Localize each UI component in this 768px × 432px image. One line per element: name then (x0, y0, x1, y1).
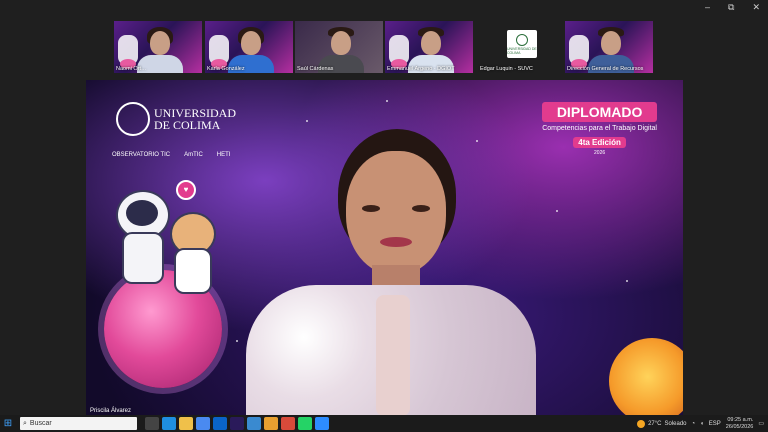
university-brand: UNIVERSIDAD DE COLIMA (116, 102, 236, 136)
participant-tile[interactable]: Naomi Ort… (114, 21, 202, 73)
participant-name: Saúl Cárdenas (297, 66, 334, 72)
participant-tile[interactable]: Dirección General de Recursos (565, 21, 653, 73)
participant-name: Karla González (207, 66, 245, 72)
participant-tile[interactable]: Karla González (205, 21, 293, 73)
speaker-video (246, 125, 536, 416)
participant-name: Naomi Ort… (116, 66, 147, 72)
restore-button[interactable]: ⧉ (728, 2, 734, 13)
sun-icon (637, 419, 646, 428)
partner-logos: OBSERVATORIO TIC AmTIC HETI (112, 152, 230, 158)
edge-icon[interactable] (162, 417, 176, 430)
zoom-icon[interactable] (315, 417, 329, 430)
university-logo: UNIVERSIDAD DE COLIMA (507, 30, 537, 58)
close-button[interactable]: ✕ (752, 2, 760, 13)
volume-icon[interactable]: ◖ (700, 421, 704, 427)
main-video[interactable]: UNIVERSIDAD DE COLIMA OBSERVATORIO TIC A… (86, 80, 683, 416)
windows-start-icon[interactable]: ⊞ (0, 415, 16, 432)
partner-logo: HETI (216, 152, 231, 158)
whatsapp-icon[interactable] (298, 417, 312, 430)
outlook-icon[interactable] (213, 417, 227, 430)
search-icon: ⌕ (23, 419, 27, 427)
program-subtitle: Competencias para el Trabajo Digital (542, 125, 657, 132)
dog-astronaut-graphic (166, 212, 216, 294)
program-edition: 4ta Edición (573, 137, 626, 148)
window-controls: – ⧉ ✕ (705, 2, 760, 13)
network-icon[interactable]: ◔ (692, 421, 696, 427)
weather-text: Soleado (664, 420, 687, 427)
chrome-icon[interactable] (281, 417, 295, 430)
system-tray: 27°C Soleado ◔ ◖ ESP 09:25 a.m. 26/05/20… (637, 415, 764, 432)
weather-widget[interactable]: 27°C Soleado (637, 419, 687, 428)
language-indicator[interactable]: ESP (709, 421, 721, 427)
weather-temp: 27°C (648, 420, 662, 427)
astronaut-graphic (112, 190, 170, 284)
taskbar: ⊞ ⌕ Buscar 27°C Soleado ◔ ◖ ESP 09:25 a.… (0, 415, 768, 432)
search-placeholder: Buscar (29, 420, 52, 427)
participant-tile[interactable]: Emmanuel Argeno - DGIOT (385, 21, 473, 73)
program-title: DIPLOMADO (542, 102, 657, 122)
participant-name: Edgar Luquin - SUVC (480, 66, 533, 72)
sun-graphic (609, 338, 683, 416)
pinned-apps (145, 417, 329, 430)
program-year: 2026 (594, 150, 606, 156)
time: 09:25 a.m. (727, 416, 754, 423)
clock[interactable]: 09:25 a.m. 26/05/2026 (726, 417, 754, 431)
notification-icon[interactable]: ▭ (758, 420, 764, 427)
participant-strip: Naomi Ort… Karla González Saúl Cárdenas … (114, 21, 656, 73)
participant-name: Emmanuel Argeno - DGIOT (387, 66, 455, 72)
participant-tile[interactable]: UNIVERSIDAD DE COLIMA Edgar Luquin - SUV… (478, 21, 566, 73)
chrome-icon[interactable] (264, 417, 278, 430)
photos-icon[interactable] (247, 417, 261, 430)
heart-icon: ♥ (176, 180, 196, 200)
crest-icon (116, 102, 150, 136)
minimize-button[interactable]: – (705, 2, 710, 13)
partner-logo: OBSERVATORIO TIC (112, 152, 171, 158)
taskbar-search[interactable]: ⌕ Buscar (20, 417, 137, 430)
premiere-icon[interactable] (230, 417, 244, 430)
participant-tile[interactable]: Saúl Cárdenas (295, 21, 383, 73)
program-banner: DIPLOMADO Competencias para el Trabajo D… (542, 102, 657, 156)
file-explorer-icon[interactable] (179, 417, 193, 430)
store-icon[interactable] (196, 417, 210, 430)
task-view-icon[interactable] (145, 417, 159, 430)
speaker-name-label: Priscila Álvarez (90, 408, 132, 414)
date: 26/05/2026 (725, 423, 754, 430)
participant-name: Dirección General de Recursos (567, 66, 644, 72)
partner-logo: AmTIC (184, 152, 203, 158)
university-name-line2: DE COLIMA (154, 118, 221, 132)
